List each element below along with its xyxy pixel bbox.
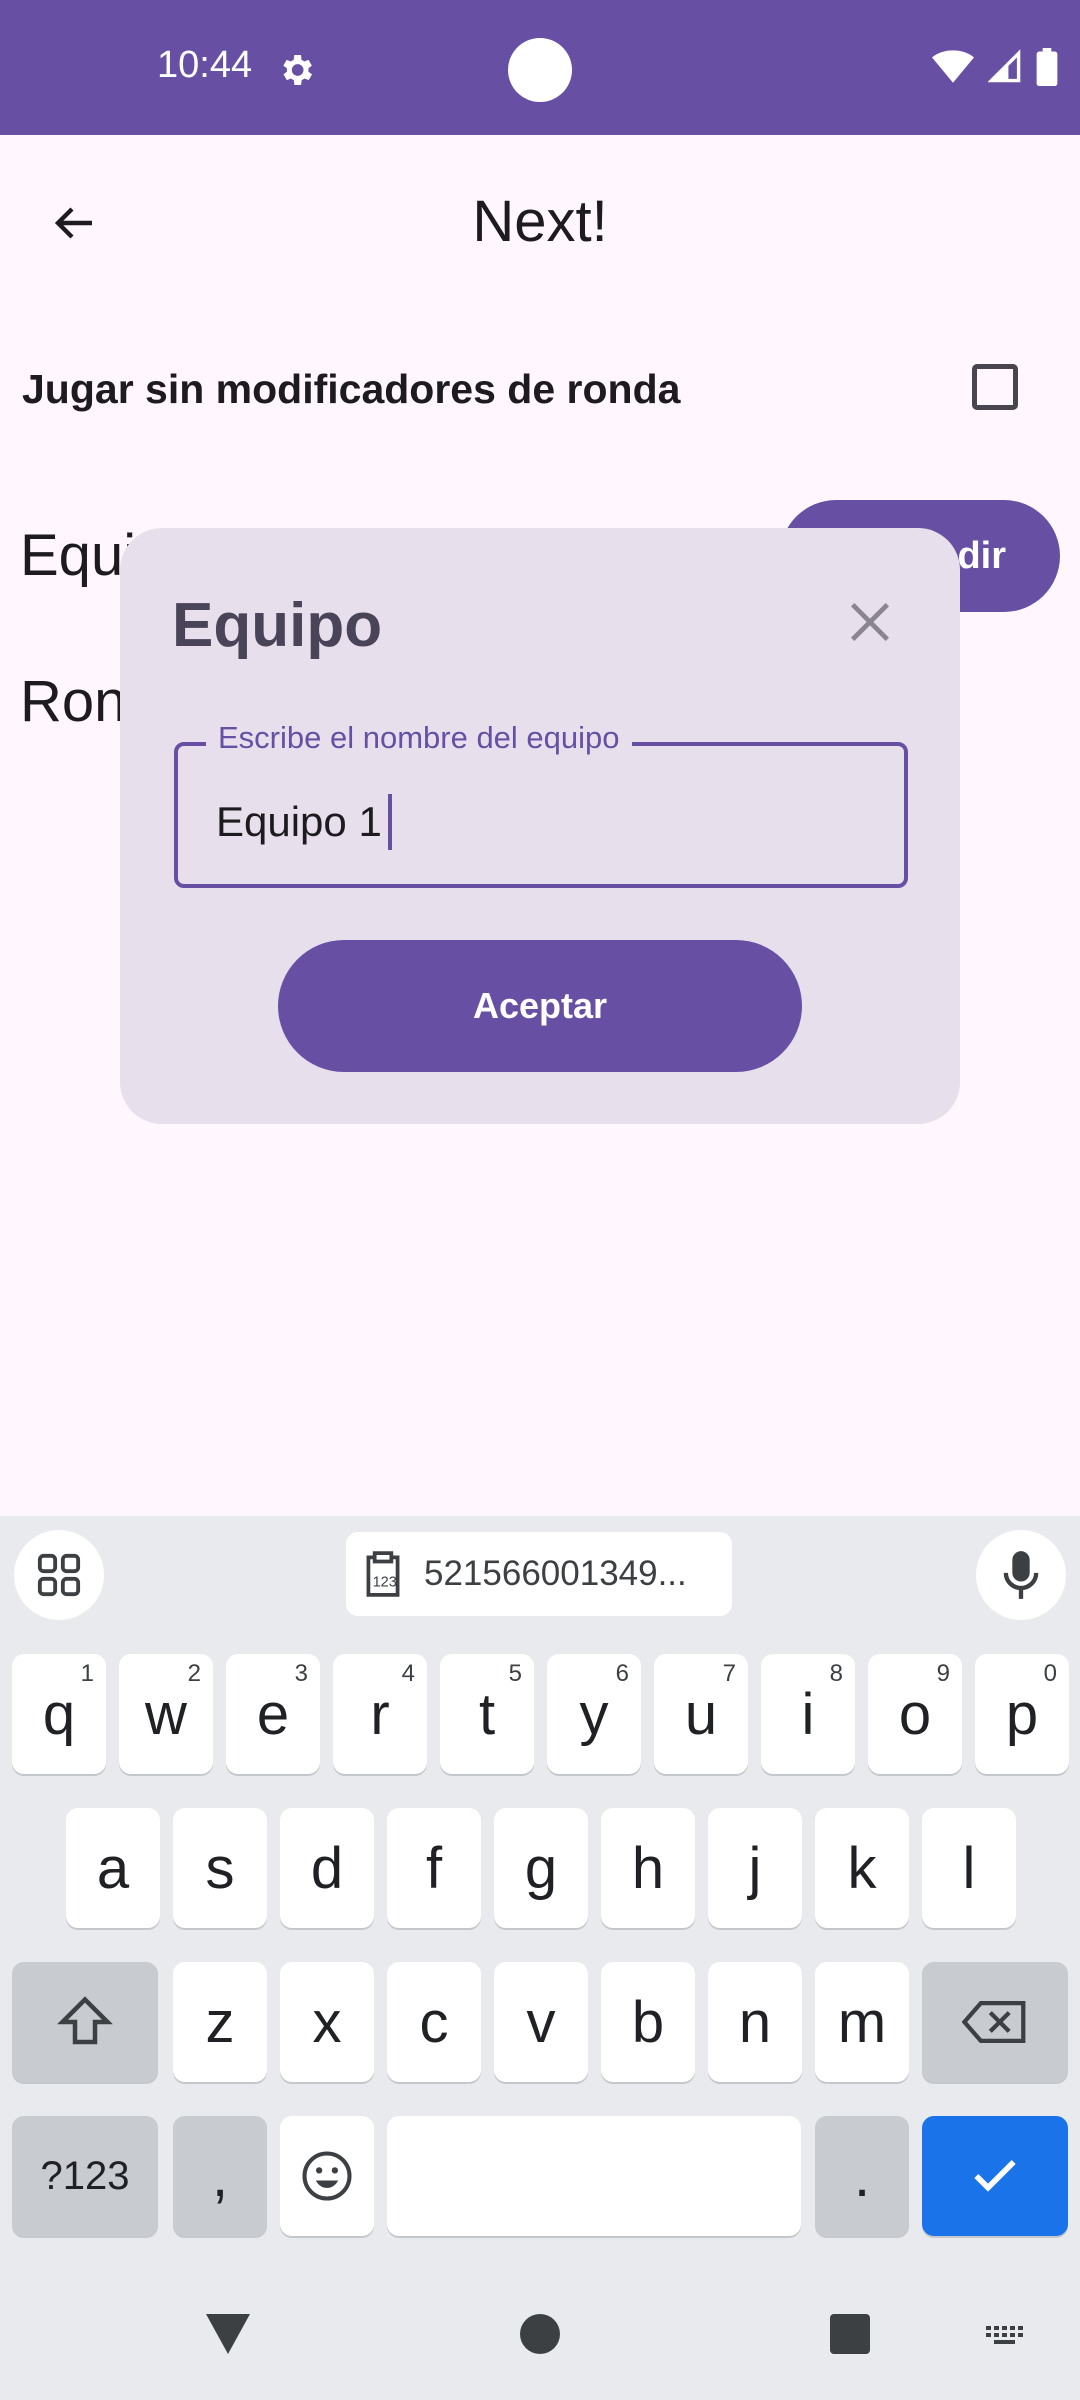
key-p[interactable]: p0	[975, 1654, 1069, 1774]
status-time: 10:44	[157, 44, 253, 86]
key-r[interactable]: r4	[333, 1654, 427, 1774]
wifi-icon	[932, 50, 974, 83]
emoji-icon	[302, 2151, 352, 2201]
key-h[interactable]: h	[601, 1808, 695, 1928]
symbols-key[interactable]: ?123	[12, 2116, 158, 2236]
period-key[interactable]: .	[815, 2116, 909, 2236]
svg-text:123: 123	[373, 1575, 397, 1591]
app-bar: Next!	[0, 135, 1080, 305]
key-m[interactable]: m	[815, 1962, 909, 2082]
no-modifiers-label: Jugar sin modificadores de ronda	[22, 366, 681, 412]
key-i[interactable]: i8	[761, 1654, 855, 1774]
dialog-title: Equipo	[172, 591, 383, 660]
key-g[interactable]: g	[494, 1808, 588, 1928]
teams-label: Equi	[20, 523, 137, 588]
no-modifiers-row[interactable]: Jugar sin modificadores de ronda	[0, 340, 1080, 450]
clipboard-text: 521566001349...	[424, 1554, 687, 1593]
mic-icon	[1003, 1551, 1039, 1599]
key-y[interactable]: y6	[547, 1654, 641, 1774]
nav-back-icon[interactable]	[206, 2314, 250, 2354]
keyboard-switch-icon[interactable]	[984, 2324, 1030, 2350]
key-v[interactable]: v	[494, 1962, 588, 2082]
no-modifiers-checkbox[interactable]	[972, 364, 1018, 410]
backspace-key[interactable]	[922, 1962, 1068, 2082]
key-z[interactable]: z	[173, 1962, 267, 2082]
key-t[interactable]: t5	[440, 1654, 534, 1774]
nav-recents-icon[interactable]	[830, 2314, 870, 2354]
rounds-label: Ron	[20, 669, 127, 734]
key-n[interactable]: n	[708, 1962, 802, 2082]
backspace-icon	[962, 2001, 1026, 2043]
comma-key[interactable]: ,	[173, 2116, 267, 2236]
camera-cutout	[508, 38, 572, 102]
key-a[interactable]: a	[66, 1808, 160, 1928]
signal-icon	[988, 49, 1021, 83]
battery-icon	[1036, 48, 1058, 86]
navigation-bar	[0, 2290, 1080, 2400]
close-icon	[850, 602, 890, 642]
accept-button[interactable]: Aceptar	[278, 940, 802, 1072]
key-e[interactable]: e3	[226, 1654, 320, 1774]
emoji-key[interactable]	[280, 2116, 374, 2236]
nav-home-icon[interactable]	[520, 2314, 560, 2354]
page-title: Next!	[472, 189, 608, 254]
voice-input-button[interactable]	[976, 1530, 1066, 1620]
key-o[interactable]: o9	[868, 1654, 962, 1774]
check-icon	[974, 2160, 1016, 2192]
clipboard-suggestion[interactable]: 123 521566001349...	[346, 1532, 732, 1616]
apps-grid-icon	[37, 1553, 81, 1597]
keyboard-toolbar: 123 521566001349...	[0, 1516, 1080, 1636]
key-d[interactable]: d	[280, 1808, 374, 1928]
team-name-input[interactable]: Equipo 1	[216, 794, 392, 850]
key-b[interactable]: b	[601, 1962, 695, 2082]
keyboard: 123 521566001349... q1 w2 e3 r4 t5 y6 u7…	[0, 1516, 1080, 2400]
team-name-field[interactable]: Escribe el nombre del equipo Equipo 1	[174, 720, 908, 888]
key-l[interactable]: l	[922, 1808, 1016, 1928]
status-bar: 10:44	[0, 0, 1080, 135]
team-name-value: Equipo 1	[216, 798, 382, 845]
keyboard-apps-button[interactable]	[14, 1530, 104, 1620]
key-k[interactable]: k	[815, 1808, 909, 1928]
clipboard-icon: 123	[366, 1551, 400, 1597]
key-q[interactable]: q1	[12, 1654, 106, 1774]
enter-key[interactable]	[922, 2116, 1068, 2236]
status-icons	[932, 48, 1058, 86]
key-s[interactable]: s	[173, 1808, 267, 1928]
space-key[interactable]	[387, 2116, 801, 2236]
key-f[interactable]: f	[387, 1808, 481, 1928]
key-w[interactable]: w2	[119, 1654, 213, 1774]
shift-key[interactable]	[12, 1962, 158, 2082]
key-j[interactable]: j	[708, 1808, 802, 1928]
gear-icon	[283, 55, 312, 85]
team-dialog: Equipo Escribe el nombre del equipo Equi…	[120, 528, 960, 1124]
team-name-field-label: Escribe el nombre del equipo	[206, 720, 632, 756]
key-c[interactable]: c	[387, 1962, 481, 2082]
key-x[interactable]: x	[280, 1962, 374, 2082]
shift-icon	[57, 1996, 113, 2045]
close-button[interactable]	[832, 584, 908, 660]
key-u[interactable]: u7	[654, 1654, 748, 1774]
text-cursor	[387, 794, 392, 850]
